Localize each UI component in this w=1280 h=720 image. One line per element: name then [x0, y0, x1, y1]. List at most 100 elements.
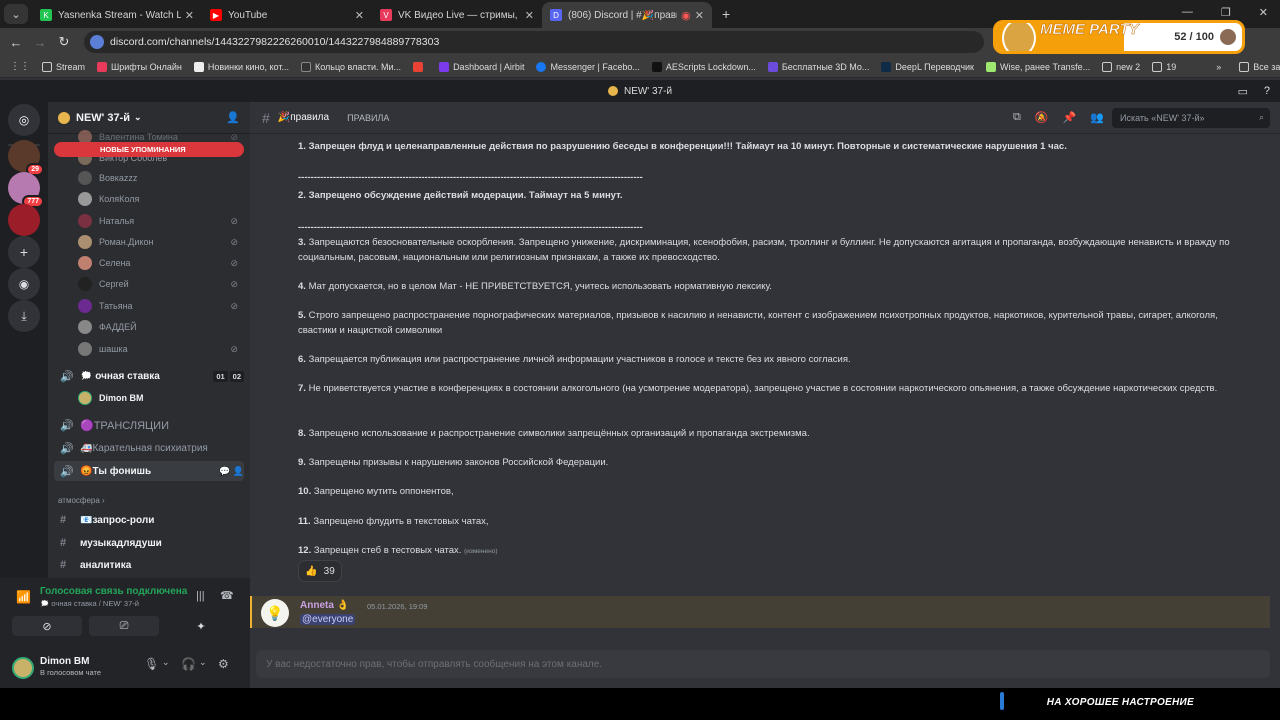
- more-bookmarks-icon[interactable]: »: [1216, 62, 1221, 72]
- browser-tab-yasnenka[interactable]: K Yasnenka Stream - Watch Live o ✕: [32, 2, 202, 28]
- bookmark-item[interactable]: Новинки кино, кот...: [193, 61, 289, 72]
- voice-channel-ochnaya-stavka[interactable]: 🔊 🗯️ очная ставка 01 02: [54, 366, 244, 386]
- mention-message[interactable]: 💡 Anneta 👌 05.01.2026, 19:09 @everyone: [250, 596, 1270, 628]
- close-icon[interactable]: ✕: [695, 9, 704, 22]
- disconnect-icon[interactable]: ☎: [220, 589, 234, 602]
- avatar[interactable]: 💡: [261, 599, 289, 627]
- voice-user[interactable]: ФАДДЕЙ: [78, 318, 238, 336]
- forward-icon[interactable]: →: [28, 35, 52, 50]
- site-info-icon[interactable]: [90, 35, 104, 49]
- tab-title: VK Видео Live — стримы, пря: [398, 9, 521, 21]
- notification-bell-icon[interactable]: 🔕: [1035, 111, 1049, 124]
- gear-icon[interactable]: ⚙: [218, 657, 229, 671]
- chat-icon[interactable]: 💬 👤: [219, 466, 244, 477]
- voice-channel-karatelnaya[interactable]: 🔊 🚑Карательная психиатрия: [54, 438, 244, 458]
- message-author[interactable]: Anneta 👌: [300, 600, 349, 611]
- avatar: [78, 235, 92, 249]
- chevron-down-icon[interactable]: ⌄: [199, 657, 207, 668]
- voice-user-self[interactable]: Dimon BM: [78, 389, 238, 407]
- apps-icon[interactable]: ⋮⋮: [10, 61, 30, 72]
- pin-icon[interactable]: 📌: [1063, 111, 1077, 124]
- help-icon[interactable]: ?: [1264, 85, 1270, 97]
- voice-channel-translyatsii[interactable]: 🔊 🟣ТРАНСЛЯЦИИ: [54, 415, 244, 435]
- voice-channel-ty-fonish[interactable]: 🔊 😡Ты фонишь 💬 👤: [54, 461, 244, 481]
- bookmark-folder[interactable]: 19: [1152, 61, 1176, 72]
- threads-icon[interactable]: ⧉: [1013, 111, 1021, 124]
- bookmark-folder[interactable]: new 2: [1102, 61, 1140, 72]
- deafened-icon: ⊘: [230, 215, 238, 226]
- discover-icon[interactable]: ◉: [8, 268, 40, 300]
- camera-toggle-button[interactable]: ⊘: [12, 616, 82, 636]
- minimize-icon[interactable]: —: [1182, 6, 1193, 19]
- chevron-down-icon[interactable]: ⌄: [162, 657, 170, 668]
- header-icons: ⧉ 🔕 📌 👥: [1013, 111, 1104, 124]
- server-icon-3[interactable]: [8, 204, 40, 236]
- app-window: ⌄ K Yasnenka Stream - Watch Live o ✕ ▶ Y…: [0, 0, 1280, 720]
- all-bookmarks[interactable]: Все закладки: [1239, 61, 1280, 72]
- voice-user[interactable]: шашка ⊘: [78, 340, 238, 358]
- server-icon-2[interactable]: 777: [8, 172, 44, 208]
- message-timestamp: 05.01.2026, 19:09: [367, 602, 428, 611]
- voice-user[interactable]: Татьяна ⊘: [78, 297, 238, 315]
- text-channel-zapros-roli[interactable]: # 📧запрос-роли: [54, 510, 244, 530]
- server-icon-1[interactable]: 29: [8, 140, 44, 176]
- bookmark-item[interactable]: Wise, ранее Transfe...: [986, 61, 1090, 72]
- browser-tab-vk[interactable]: V VK Видео Live — стримы, пря ✕: [372, 2, 542, 28]
- bookmark-item[interactable]: Stream: [42, 61, 85, 72]
- tab-search-button[interactable]: ⌄: [4, 4, 28, 24]
- back-icon[interactable]: ←: [4, 35, 28, 50]
- reaction-thumbs-up[interactable]: 👍 39: [298, 560, 342, 582]
- discord-home-icon[interactable]: ◎: [8, 104, 40, 136]
- download-icon[interactable]: ⤓: [8, 300, 40, 332]
- meme-party-title: MEME PARTY: [1040, 21, 1139, 38]
- microphone-icon[interactable]: 🎙: [144, 657, 159, 671]
- bookmark-item[interactable]: AEScripts Lockdown...: [651, 61, 756, 72]
- bookmark-icon: [97, 61, 108, 72]
- category-atmosfera[interactable]: атмосфера ›: [58, 496, 105, 505]
- new-mentions-banner[interactable]: НОВЫЕ УПОМИНАНИЯ: [54, 142, 244, 157]
- bookmark-item[interactable]: Бесплатные 3D Мо...: [767, 61, 869, 72]
- voice-user[interactable]: Сергей ⊘: [78, 275, 238, 293]
- voice-user[interactable]: Роман.Дикон ⊘: [78, 233, 238, 251]
- doge-icon: [1002, 23, 1036, 51]
- url-input[interactable]: discord.com/channels/1443227982226260010…: [84, 31, 984, 53]
- browser-tab-discord[interactable]: D (806) Discord | #🎉правил ◉ ✕: [542, 2, 712, 28]
- close-icon[interactable]: ✕: [185, 9, 194, 22]
- new-tab-button[interactable]: +: [722, 6, 730, 22]
- close-window-icon[interactable]: ✕: [1259, 6, 1268, 19]
- bookmark-item[interactable]: DeepL Переводчик: [881, 61, 974, 72]
- avatar: [78, 277, 92, 291]
- voice-user[interactable]: Наталья ⊘: [78, 212, 238, 230]
- everyone-mention[interactable]: @everyone: [300, 614, 356, 625]
- bookmark-item[interactable]: Кольцо власти. Ми...: [301, 61, 401, 72]
- browser-tab-youtube[interactable]: ▶ YouTube ✕: [202, 2, 372, 28]
- screen-share-button[interactable]: ⎚: [89, 616, 159, 636]
- voice-user[interactable]: Селена ⊘: [78, 254, 238, 272]
- close-icon[interactable]: ✕: [355, 9, 364, 22]
- invite-icon[interactable]: 👤: [226, 111, 240, 124]
- reload-icon[interactable]: ↻: [52, 34, 76, 50]
- avatar[interactable]: [12, 657, 34, 679]
- channel-topic[interactable]: ПРАВИЛА: [347, 113, 389, 123]
- inbox-icon[interactable]: ▭: [1238, 85, 1248, 98]
- add-server-icon[interactable]: +: [8, 236, 40, 268]
- headphones-icon[interactable]: 🎧: [181, 657, 196, 671]
- close-icon[interactable]: ✕: [525, 9, 534, 22]
- deafened-icon: ⊘: [230, 300, 238, 311]
- voice-channel-link[interactable]: 🗯️ очная ставка / NEW' 37-й: [40, 599, 139, 608]
- deafened-icon: ⊘: [230, 343, 238, 354]
- search-input[interactable]: Искать «NEW' 37-й» ⌕: [1112, 107, 1270, 128]
- member-list-icon[interactable]: 👥: [1090, 111, 1104, 124]
- activities-button[interactable]: ✦: [166, 616, 236, 636]
- bookmark-item[interactable]: Шрифты Онлайн: [97, 61, 182, 72]
- maximize-icon[interactable]: ❐: [1221, 6, 1231, 19]
- bookmark-gmail[interactable]: [413, 61, 427, 72]
- text-channel-muzyka[interactable]: # музыкадлядуши: [54, 533, 244, 553]
- voice-user[interactable]: Вовкаzzz: [78, 169, 238, 187]
- bookmark-item[interactable]: Dashboard | Airbit: [439, 61, 524, 72]
- username[interactable]: Dimon BM: [40, 656, 89, 667]
- text-channel-analitika[interactable]: # аналитика: [54, 555, 244, 575]
- bookmark-item[interactable]: Messenger | Facebo...: [536, 61, 640, 72]
- voice-user[interactable]: КоляКоля: [78, 190, 238, 208]
- noise-suppression-icon[interactable]: |||: [196, 590, 205, 602]
